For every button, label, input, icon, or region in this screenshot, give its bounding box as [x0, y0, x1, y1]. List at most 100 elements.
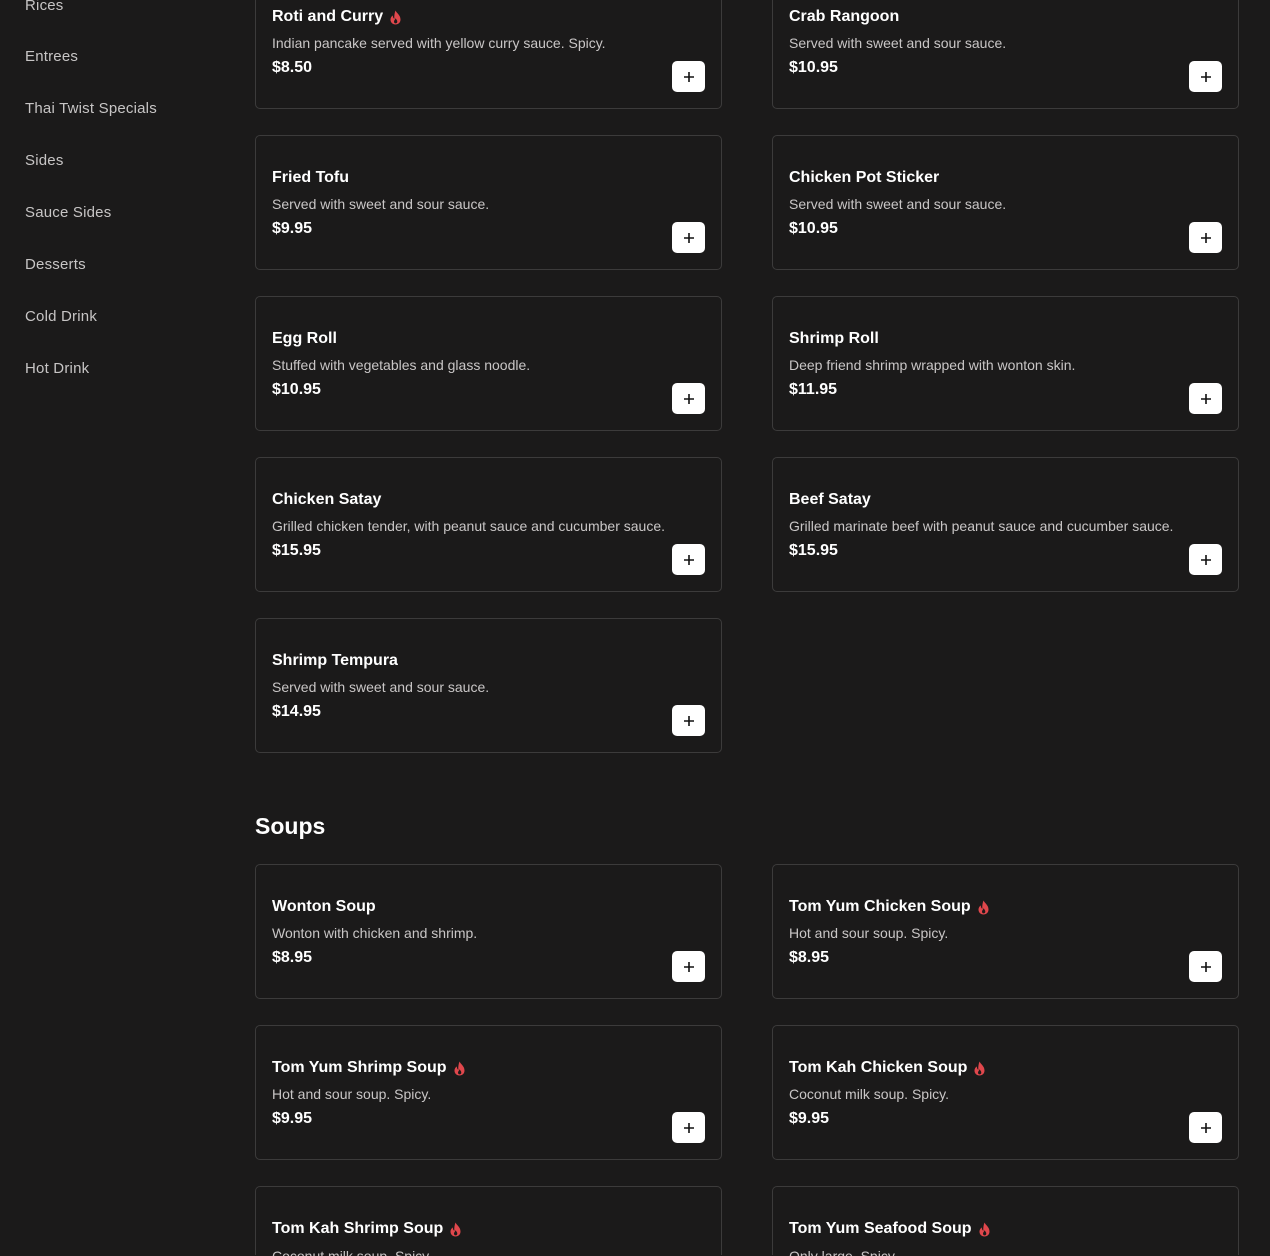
item-name-row: Wonton Soup: [272, 898, 376, 916]
flame-icon: [978, 1222, 991, 1237]
menu-item-card[interactable]: Tom Yum Chicken Soup Hot and sour soup. …: [772, 864, 1239, 999]
menu-item-card[interactable]: Tom Yum Shrimp Soup Hot and sour soup. S…: [255, 1025, 722, 1160]
menu-item-card[interactable]: Beef Satay Grilled marinate beef with pe…: [772, 457, 1239, 592]
item-price: $10.95: [789, 59, 838, 76]
plus-icon: [1200, 1122, 1212, 1134]
item-description: Stuffed with vegetables and glass noodle…: [272, 357, 531, 373]
plus-icon: [1200, 232, 1212, 244]
item-name-row: Fried Tofu: [272, 169, 349, 187]
item-price: $10.95: [272, 381, 321, 398]
menu-item-card[interactable]: Tom Kah Chicken Soup Coconut milk soup. …: [772, 1025, 1239, 1160]
item-name: Wonton Soup: [272, 898, 376, 915]
item-name: Tom Yum Seafood Soup: [789, 1220, 972, 1237]
item-name: Beef Satay: [789, 491, 871, 508]
item-price: $8.50: [272, 59, 313, 76]
add-to-cart-button[interactable]: [672, 705, 705, 736]
item-price: $14.95: [272, 703, 321, 720]
item-description: Grilled marinate beef with peanut sauce …: [789, 518, 1174, 534]
item-name: Tom Yum Chicken Soup: [789, 898, 971, 915]
item-name: Shrimp Roll: [789, 330, 879, 347]
add-to-cart-button[interactable]: [672, 1112, 705, 1143]
add-to-cart-button[interactable]: [672, 544, 705, 575]
item-name-row: Tom Yum Shrimp Soup: [272, 1059, 466, 1077]
add-to-cart-button[interactable]: [1189, 544, 1222, 575]
item-name: Chicken Pot Sticker: [789, 169, 940, 186]
plus-icon: [683, 232, 695, 244]
item-name: Fried Tofu: [272, 169, 350, 186]
menu-item-card[interactable]: Chicken Pot Sticker Served with sweet an…: [772, 135, 1239, 270]
item-name: Chicken Satay: [272, 491, 382, 508]
item-price: $15.95: [272, 542, 321, 559]
item-description: Hot and sour soup. Spicy.: [789, 925, 949, 941]
item-name-row: Tom Kah Chicken Soup: [789, 1059, 986, 1077]
plus-icon: [1200, 961, 1212, 973]
plus-icon: [1200, 554, 1212, 566]
section-title-soups: Soups: [255, 813, 326, 839]
item-name: Tom Kah Chicken Soup: [789, 1059, 968, 1076]
item-description: Deep friend shrimp wrapped with wonton s…: [789, 357, 1076, 373]
plus-icon: [1200, 71, 1212, 83]
item-price: $11.95: [789, 381, 838, 398]
plus-icon: [1200, 393, 1212, 405]
add-to-cart-button[interactable]: [672, 222, 705, 253]
item-name: Crab Rangoon: [789, 8, 900, 25]
flame-icon: [973, 1061, 986, 1076]
item-description: Served with sweet and sour sauce.: [272, 196, 490, 212]
plus-icon: [683, 554, 695, 566]
menu-item-card[interactable]: Fried Tofu Served with sweet and sour sa…: [255, 135, 722, 270]
item-name-row: Shrimp Roll: [789, 330, 879, 348]
plus-icon: [683, 71, 695, 83]
item-description: Coconut milk soup. Spicy.: [789, 1086, 950, 1102]
menu-item-card[interactable]: Chicken Satay Grilled chicken tender, wi…: [255, 457, 722, 592]
flame-icon: [389, 10, 402, 25]
menu-item-card[interactable]: Tom Kah Shrimp Soup Coconut milk soup. S…: [255, 1186, 722, 1256]
item-name-row: Chicken Satay: [272, 491, 381, 509]
menu-item-card[interactable]: Crab Rangoon Served with sweet and sour …: [772, 0, 1239, 109]
menu-item-card[interactable]: Shrimp Tempura Served with sweet and sou…: [255, 618, 722, 753]
menu-item-card[interactable]: Shrimp Roll Deep friend shrimp wrapped w…: [772, 296, 1239, 431]
item-description: Hot and sour soup. Spicy.: [272, 1086, 432, 1102]
item-description: Wonton with chicken and shrimp.: [272, 925, 478, 941]
menu-item-card[interactable]: Egg Roll Stuffed with vegetables and gla…: [255, 296, 722, 431]
item-description: Indian pancake served with yellow curry …: [272, 35, 606, 51]
menu-main: Roti and Curry Indian pancake served wit…: [0, 0, 1270, 1256]
item-name: Shrimp Tempura: [272, 652, 398, 669]
item-name: Egg Roll: [272, 330, 337, 347]
flame-icon: [977, 900, 990, 915]
menu-item-card[interactable]: Roti and Curry Indian pancake served wit…: [255, 0, 722, 109]
item-name-row: Crab Rangoon: [789, 8, 899, 26]
item-description: Served with sweet and sour sauce.: [789, 196, 1007, 212]
add-to-cart-button[interactable]: [1189, 951, 1222, 982]
item-name-row: Tom Kah Shrimp Soup: [272, 1220, 462, 1238]
item-name-row: Tom Yum Seafood Soup: [789, 1220, 991, 1238]
item-name-row: Roti and Curry: [272, 8, 402, 26]
add-to-cart-button[interactable]: [1189, 1112, 1222, 1143]
item-name-row: Beef Satay: [789, 491, 871, 509]
item-price: $8.95: [789, 949, 830, 966]
plus-icon: [683, 393, 695, 405]
add-to-cart-button[interactable]: [672, 61, 705, 92]
plus-icon: [683, 715, 695, 727]
add-to-cart-button[interactable]: [672, 951, 705, 982]
menu-item-card[interactable]: Tom Yum Seafood Soup Only large. Spicy.: [772, 1186, 1239, 1256]
add-to-cart-button[interactable]: [672, 383, 705, 414]
item-price: $9.95: [789, 1110, 830, 1127]
item-description: Served with sweet and sour sauce.: [272, 679, 490, 695]
menu-item-card[interactable]: Wonton Soup Wonton with chicken and shri…: [255, 864, 722, 999]
flame-icon: [453, 1061, 466, 1076]
add-to-cart-button[interactable]: [1189, 222, 1222, 253]
item-name-row: Tom Yum Chicken Soup: [789, 898, 990, 916]
item-price: $15.95: [789, 542, 838, 559]
add-to-cart-button[interactable]: [1189, 61, 1222, 92]
item-price: $8.95: [272, 949, 313, 966]
item-name: Tom Yum Shrimp Soup: [272, 1059, 447, 1076]
item-name: Tom Kah Shrimp Soup: [272, 1220, 444, 1237]
item-description: Served with sweet and sour sauce.: [789, 35, 1007, 51]
item-price: $10.95: [789, 220, 838, 237]
add-to-cart-button[interactable]: [1189, 383, 1222, 414]
item-price: $9.95: [272, 220, 313, 237]
flame-icon: [449, 1222, 462, 1237]
plus-icon: [683, 1122, 695, 1134]
item-price: $9.95: [272, 1110, 313, 1127]
item-name-row: Egg Roll: [272, 330, 337, 348]
